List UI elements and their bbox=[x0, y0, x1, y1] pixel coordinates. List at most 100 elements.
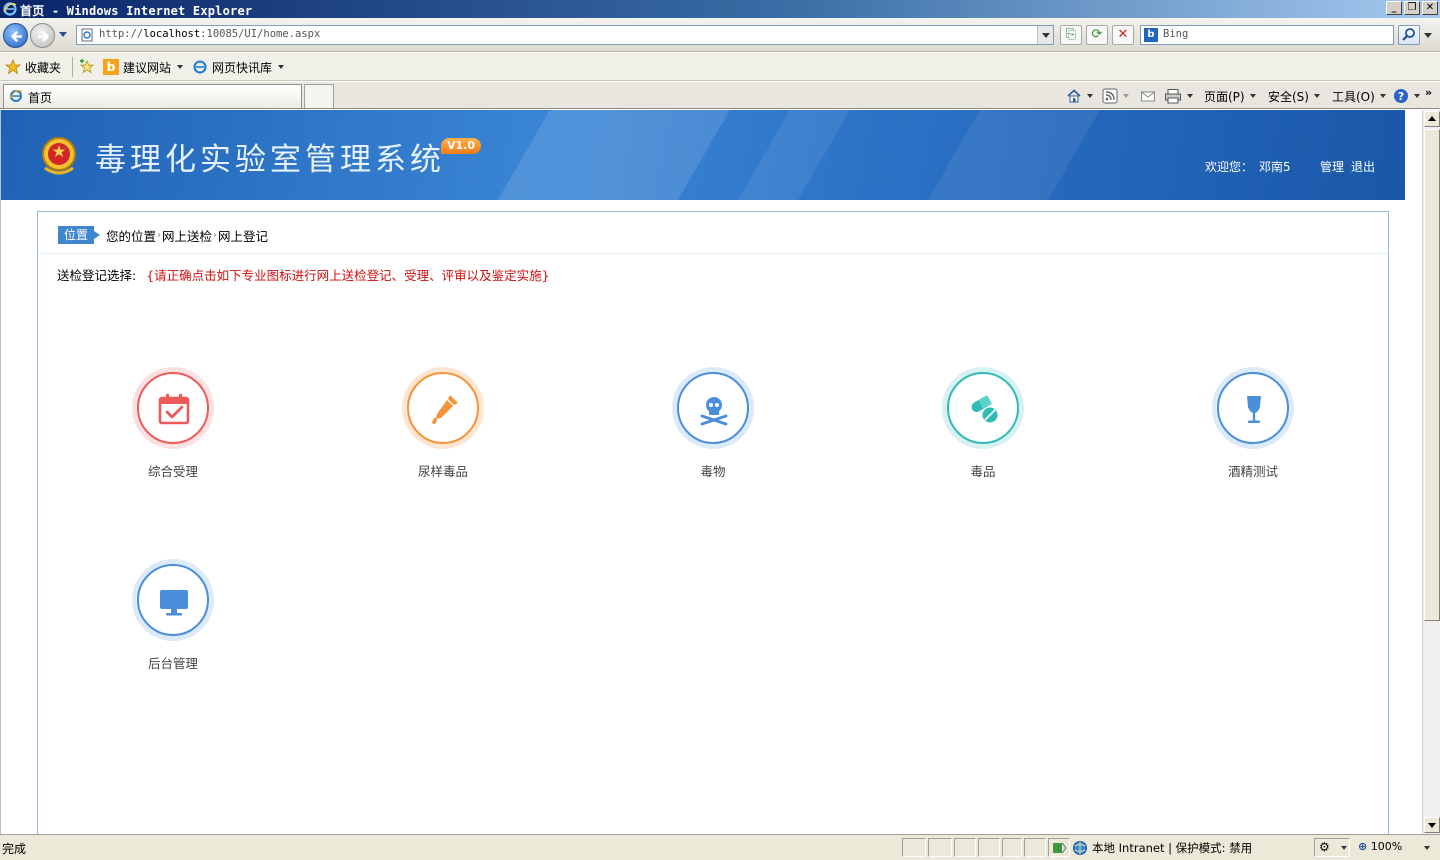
wine-glass-icon bbox=[1247, 396, 1261, 423]
chevron-down-icon bbox=[1341, 846, 1347, 850]
help-icon: ? bbox=[1394, 89, 1408, 103]
instruction-line: 送检登记选择: {请正确点击如下专业图标进行网上送检登记、受理、评审以及鉴定实施} bbox=[57, 265, 550, 284]
tab-home[interactable]: 首页 bbox=[3, 84, 302, 108]
fav-item-web-slices[interactable]: 网页快讯库 bbox=[192, 58, 285, 76]
status-bar: 完成 本地 Intranet | 保护模式: 禁用 ⚙ ⊕ 100% bbox=[0, 834, 1440, 860]
security-status-cell[interactable] bbox=[1048, 838, 1070, 857]
search-button[interactable] bbox=[1398, 25, 1420, 45]
new-tab-button[interactable] bbox=[304, 84, 334, 108]
breadcrumb: 您的位置 › 网上送检 › 网上登记 bbox=[106, 226, 268, 245]
magnifier-icon bbox=[1402, 28, 1415, 41]
scroll-thumb[interactable] bbox=[1424, 129, 1440, 621]
mail-icon bbox=[1141, 91, 1155, 102]
popup-blocker-cell[interactable]: ⚙ bbox=[1314, 838, 1350, 857]
home-button[interactable] bbox=[1066, 86, 1093, 106]
favorites-button[interactable]: 收藏夹 bbox=[5, 58, 61, 76]
forward-button[interactable] bbox=[30, 23, 55, 48]
tile-label: 酒精测试 bbox=[1227, 464, 1278, 479]
restore-button[interactable]: ❐ bbox=[1404, 1, 1420, 15]
page-menu[interactable]: 页面(P) bbox=[1204, 86, 1256, 106]
chevron-down-icon bbox=[1379, 94, 1386, 98]
status-text: 完成 bbox=[2, 842, 27, 856]
chevron-down-icon bbox=[1123, 94, 1129, 98]
more-commands-chevron[interactable]: » bbox=[1425, 82, 1432, 102]
user-name: 邓南5 bbox=[1259, 160, 1291, 174]
stop-button[interactable]: ✕ bbox=[1112, 25, 1134, 45]
page-icon bbox=[81, 28, 93, 42]
fav-item-label: 网页快讯库 bbox=[212, 60, 273, 75]
tools-menu[interactable]: 工具(O) bbox=[1332, 86, 1386, 106]
chevron-down-icon bbox=[1187, 94, 1193, 98]
location-tag: 位置 bbox=[58, 226, 101, 244]
breadcrumb-item: 您的位置 bbox=[106, 229, 157, 244]
printer-icon bbox=[1165, 89, 1181, 104]
tile-label: 综合受理 bbox=[147, 464, 198, 479]
tab-label: 首页 bbox=[28, 91, 53, 105]
home-icon bbox=[1067, 89, 1081, 103]
zoom-icon: ⊕ bbox=[1358, 840, 1368, 853]
security-shield-icon bbox=[1053, 842, 1067, 854]
safety-menu-label: 安全(S) bbox=[1268, 89, 1309, 104]
zoom-level[interactable]: ⊕ 100% bbox=[1358, 840, 1431, 853]
svg-text:?: ? bbox=[1398, 90, 1404, 103]
read-mail-button[interactable] bbox=[1140, 86, 1156, 106]
compatibility-view-button[interactable]: ⎘ bbox=[1060, 25, 1082, 45]
fav-item-suggested-sites[interactable]: b 建议网站 bbox=[103, 58, 184, 76]
chevron-down-icon bbox=[177, 65, 184, 69]
minimize-button[interactable]: _ bbox=[1386, 1, 1402, 15]
zoom-text: 100% bbox=[1370, 840, 1403, 853]
address-input[interactable]: http://localhost:10085/UI/home.aspx bbox=[76, 25, 1054, 45]
breadcrumb-bar: 位置 您的位置 › 网上送检 › 网上登记 bbox=[38, 212, 1388, 254]
ie-logo-icon bbox=[3, 2, 17, 16]
url-host: localhost bbox=[143, 28, 201, 40]
back-button[interactable] bbox=[3, 23, 28, 48]
main-panel: 位置 您的位置 › 网上送检 › 网上登记 送检登记选择: {请正确点击如下专业图… bbox=[37, 211, 1389, 834]
scroll-down-arrow-icon[interactable] bbox=[1424, 817, 1440, 833]
instruction-label: 送检登记选择: bbox=[57, 268, 137, 283]
fav-item-label: 建议网站 bbox=[123, 60, 172, 75]
search-options-dropdown[interactable] bbox=[1424, 33, 1432, 38]
stop-icon: ✕ bbox=[1117, 27, 1129, 42]
tools-menu-label: 工具(O) bbox=[1332, 89, 1375, 104]
window-title-bar: 首页 - Windows Internet Explorer _ ❐ ✕ bbox=[0, 0, 1440, 18]
security-zone[interactable]: 本地 Intranet | 保护模式: 禁用 bbox=[1072, 840, 1252, 856]
logout-link[interactable]: 退出 bbox=[1351, 158, 1375, 175]
breadcrumb-separator-icon: › bbox=[213, 230, 218, 241]
version-badge: V1.0 bbox=[441, 138, 481, 154]
refresh-button[interactable]: ⟳ bbox=[1086, 25, 1108, 45]
safety-menu[interactable]: 安全(S) bbox=[1268, 86, 1320, 106]
bing-suggest-icon: b bbox=[103, 59, 119, 75]
ie-page-icon bbox=[9, 89, 23, 102]
recent-pages-dropdown[interactable] bbox=[59, 32, 67, 37]
scroll-up-arrow-icon[interactable] bbox=[1424, 111, 1440, 127]
pills-icon bbox=[971, 395, 998, 423]
print-button[interactable] bbox=[1164, 86, 1193, 106]
refresh-icon: ⟳ bbox=[1091, 27, 1103, 42]
chevron-down-icon bbox=[1313, 94, 1320, 98]
vertical-scrollbar[interactable] bbox=[1422, 110, 1440, 834]
calendar-check-icon bbox=[158, 394, 190, 425]
rss-feed-icon bbox=[1102, 88, 1118, 104]
police-emblem-icon bbox=[42, 137, 76, 175]
address-toolbar: http://localhost:10085/UI/home.aspx ⎘ ⟳ … bbox=[0, 18, 1440, 52]
manage-link[interactable]: 管理 bbox=[1320, 158, 1344, 175]
tile-label: 毒物 bbox=[700, 464, 726, 479]
address-dropdown[interactable] bbox=[1037, 26, 1053, 44]
breadcrumb-separator-icon: › bbox=[157, 230, 162, 241]
feeds-button[interactable] bbox=[1102, 86, 1129, 106]
instruction-hint: {请正确点击如下专业图标进行网上送检登记、受理、评审以及鉴定实施} bbox=[146, 268, 550, 283]
window-title: 首页 - Windows Internet Explorer bbox=[20, 4, 253, 18]
breadcrumb-item[interactable]: 网上送检 bbox=[162, 226, 212, 245]
url-path: :10085/UI/home.aspx bbox=[200, 28, 321, 40]
dropper-icon bbox=[432, 395, 458, 425]
search-input[interactable]: b Bing bbox=[1140, 25, 1394, 45]
add-favorites-button[interactable] bbox=[79, 58, 95, 76]
app-title: 毒理化实验室管理系统 bbox=[95, 142, 445, 178]
chevron-down-icon bbox=[1249, 94, 1256, 98]
monitor-icon bbox=[160, 590, 188, 616]
welcome-label: 欢迎您： bbox=[1205, 160, 1254, 174]
bing-icon: b bbox=[1144, 28, 1158, 42]
close-window-button[interactable]: ✕ bbox=[1422, 1, 1438, 15]
url-prefix: http:// bbox=[99, 28, 144, 40]
help-button[interactable]: ? bbox=[1393, 86, 1420, 106]
